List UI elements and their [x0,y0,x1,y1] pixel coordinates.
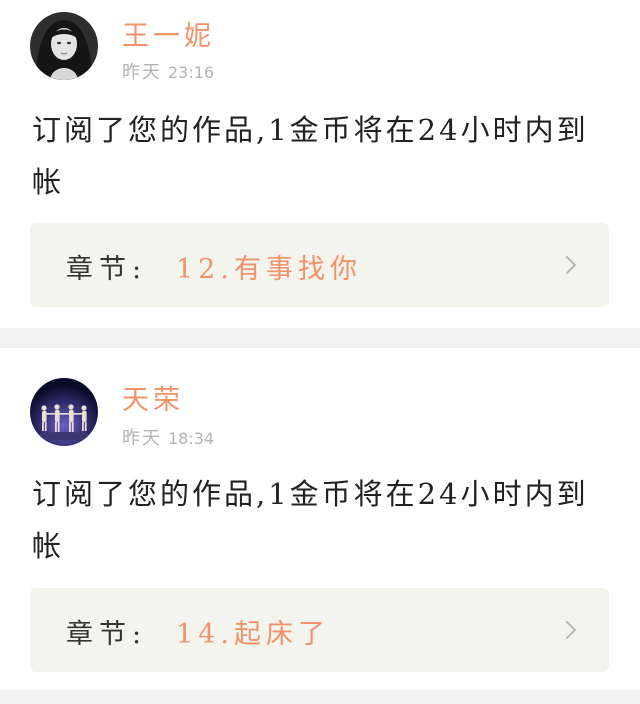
username[interactable]: 天荣 [122,378,184,417]
chapter-link[interactable]: 章节: 14.起床了 [30,588,609,672]
chevron-right-icon [566,256,576,274]
avatar[interactable] [30,12,98,80]
chapter-link[interactable]: 章节: 12.有事找你 [30,223,609,307]
chapter-label: 章节: [66,619,148,650]
chapter-title: 12.有事找你 [176,254,362,285]
date-label: 昨天 [122,62,162,83]
chapter-label: 章节: [66,254,148,285]
chapter-title: 14.起床了 [176,619,330,650]
notification-message: 订阅了您的作品,1金币将在24小时内到帐 [32,113,589,199]
notification-message: 订阅了您的作品,1金币将在24小时内到帐 [32,477,589,563]
date-label: 昨天 [122,428,162,449]
time-label: 18:34 [168,429,215,448]
timestamp: 昨天 18:34 [122,424,214,450]
notification-card: 王一妮 昨天 23:16 订阅了您的作品,1金币将在24小时内到帐 章节: 12.… [0,0,640,328]
chevron-right-icon [566,621,576,639]
time-label: 23:16 [168,63,215,82]
username[interactable]: 王一妮 [122,14,215,53]
timestamp: 昨天 23:16 [122,58,214,84]
avatar[interactable] [30,378,98,446]
notification-card: 天荣 昨天 18:34 订阅了您的作品,1金币将在24小时内到帐 章节: 14.起… [0,348,640,690]
